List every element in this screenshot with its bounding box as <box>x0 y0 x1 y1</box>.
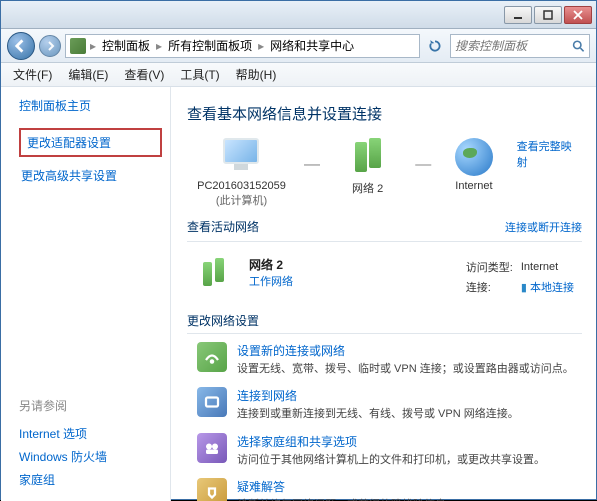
task-homegroup: 选择家庭组和共享选项 访问位于其他网络计算机上的文件和打印机，或更改共享设置。 <box>197 433 582 468</box>
close-button[interactable] <box>564 6 592 24</box>
active-networks-heading: 查看活动网络 <box>187 218 505 235</box>
diagram-pc: PC201603152059 (此计算机) <box>187 138 296 208</box>
breadcrumb-item[interactable]: 所有控制面板项 <box>166 37 254 54</box>
diagram-network: 网络 2 <box>328 138 407 196</box>
internet-label: Internet <box>439 180 508 192</box>
sidebar-link-adapter-settings[interactable]: 更改适配器设置 <box>19 128 162 157</box>
forward-button[interactable] <box>39 35 61 57</box>
breadcrumb-item[interactable]: 网络和共享中心 <box>268 37 356 54</box>
network-icon <box>197 256 235 290</box>
content-body: 控制面板主页 更改适配器设置 更改高级共享设置 另请参阅 Internet 选项… <box>1 87 596 501</box>
diagram-line-icon: — <box>415 156 431 174</box>
chevron-right-icon: ▸ <box>258 39 264 53</box>
control-panel-icon <box>70 38 86 54</box>
homegroup-icon <box>197 433 227 463</box>
menu-help[interactable]: 帮助(H) <box>228 64 285 85</box>
back-button[interactable] <box>7 32 35 60</box>
network-properties: 访问类型:Internet 连接:▮ 本地连接 <box>464 256 582 298</box>
search-box[interactable] <box>450 34 590 58</box>
network-diagram: PC201603152059 (此计算机) — 网络 2 — Internet … <box>187 138 582 208</box>
task-link[interactable]: 设置新的连接或网络 <box>237 342 574 359</box>
network-name: 网络 2 <box>328 180 407 196</box>
sidebar: 控制面板主页 更改适配器设置 更改高级共享设置 另请参阅 Internet 选项… <box>1 87 171 501</box>
signal-icon: ▮ <box>521 282 527 294</box>
sidebar-link-advanced-sharing[interactable]: 更改高级共享设置 <box>19 163 162 188</box>
computer-icon <box>220 138 262 176</box>
menubar: 文件(F) 编辑(E) 查看(V) 工具(T) 帮助(H) <box>1 63 596 87</box>
see-also-homegroup[interactable]: 家庭组 <box>19 468 162 491</box>
globe-icon <box>455 138 493 176</box>
view-full-map-link[interactable]: 查看完整映射 <box>517 138 582 170</box>
network-category-link[interactable]: 工作网络 <box>249 273 450 289</box>
see-also-internet-options[interactable]: Internet 选项 <box>19 422 162 445</box>
diagram-internet: Internet <box>439 138 508 192</box>
page-title: 查看基本网络信息并设置连接 <box>187 103 582 124</box>
connect-network-icon <box>197 387 227 417</box>
active-network-box: 网络 2 工作网络 访问类型:Internet 连接:▮ 本地连接 <box>187 250 582 312</box>
active-network-name: 网络 2 <box>249 256 450 273</box>
chevron-right-icon: ▸ <box>90 39 96 53</box>
task-troubleshoot: 疑难解答 诊断并修复网络问题，或获得故障排除信息。 <box>197 478 582 501</box>
control-panel-home-link[interactable]: 控制面板主页 <box>19 97 162 114</box>
connection-label: 连接: <box>466 278 519 296</box>
connect-disconnect-link[interactable]: 连接或断开连接 <box>505 219 582 235</box>
breadcrumb-item[interactable]: 控制面板 <box>100 37 152 54</box>
troubleshoot-icon <box>197 478 227 501</box>
pc-subtitle: (此计算机) <box>187 192 296 208</box>
menu-edit[interactable]: 编辑(E) <box>60 64 116 85</box>
see-also-firewall[interactable]: Windows 防火墙 <box>19 445 162 468</box>
chevron-right-icon: ▸ <box>156 39 162 53</box>
maximize-button[interactable] <box>534 6 562 24</box>
nav-toolbar: ▸ 控制面板 ▸ 所有控制面板项 ▸ 网络和共享中心 <box>1 29 596 63</box>
task-link[interactable]: 疑难解答 <box>237 478 457 495</box>
task-connect-network: 连接到网络 连接到或重新连接到无线、有线、拨号或 VPN 网络连接。 <box>197 387 582 422</box>
task-link[interactable]: 选择家庭组和共享选项 <box>237 433 545 450</box>
task-new-connection: 设置新的连接或网络 设置无线、宽带、拨号、临时或 VPN 连接；或设置路由器或访… <box>197 342 582 377</box>
menu-file[interactable]: 文件(F) <box>5 64 60 85</box>
task-desc: 连接到或重新连接到无线、有线、拨号或 VPN 网络连接。 <box>237 408 519 420</box>
minimize-button[interactable] <box>504 6 532 24</box>
window: ▸ 控制面板 ▸ 所有控制面板项 ▸ 网络和共享中心 文件(F) 编辑(E) 查… <box>0 0 597 500</box>
titlebar <box>1 1 596 29</box>
refresh-button[interactable] <box>424 35 446 57</box>
task-desc: 设置无线、宽带、拨号、临时或 VPN 连接；或设置路由器或访问点。 <box>237 363 574 375</box>
menu-view[interactable]: 查看(V) <box>116 64 172 85</box>
connection-link[interactable]: 本地连接 <box>530 282 574 294</box>
search-icon <box>572 39 585 53</box>
task-desc: 访问位于其他网络计算机上的文件和打印机，或更改共享设置。 <box>237 454 545 466</box>
network-icon <box>347 138 389 176</box>
address-bar[interactable]: ▸ 控制面板 ▸ 所有控制面板项 ▸ 网络和共享中心 <box>65 34 420 58</box>
change-settings-heading: 更改网络设置 <box>187 312 582 329</box>
new-connection-icon <box>197 342 227 372</box>
access-type-label: 访问类型: <box>466 258 519 276</box>
main-panel: 查看基本网络信息并设置连接 PC201603152059 (此计算机) — 网络… <box>171 87 596 501</box>
access-type-value: Internet <box>521 258 580 276</box>
see-also-heading: 另请参阅 <box>19 397 162 414</box>
diagram-line-icon: — <box>304 156 320 174</box>
task-link[interactable]: 连接到网络 <box>237 387 519 404</box>
search-input[interactable] <box>455 39 572 53</box>
menu-tools[interactable]: 工具(T) <box>172 64 227 85</box>
pc-name: PC201603152059 <box>187 180 296 192</box>
